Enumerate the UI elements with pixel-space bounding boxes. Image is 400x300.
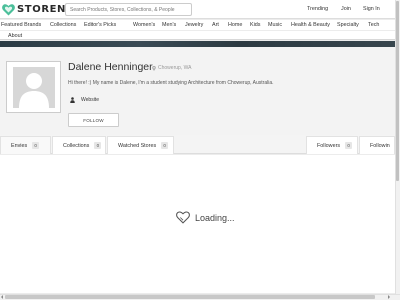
nav-health-beauty[interactable]: Health & Beauty [291, 22, 330, 28]
loading-indicator: Loading... [176, 211, 235, 224]
category-nav-row-2: About [0, 31, 400, 40]
location-pin-icon [152, 65, 156, 71]
tab-followers[interactable]: Followers 0 [306, 136, 358, 154]
category-nav: Featured Brands Collections Editor's Pic… [0, 20, 400, 30]
nav-collections[interactable]: Collections [50, 22, 76, 28]
nav-tech[interactable]: Tech [368, 22, 379, 28]
tab-watched-stores[interactable]: Watched Stores 0 [107, 136, 174, 154]
scroll-right-arrow-icon[interactable] [388, 295, 390, 299]
search-input[interactable]: Search Products, Stores, Collections, & … [65, 3, 192, 16]
heart-logo-icon [2, 3, 15, 16]
nav-specialty[interactable]: Specialty [337, 22, 359, 28]
tab-label: Watched Stores [118, 142, 157, 149]
profile-location: Chowerup, WA [152, 65, 191, 71]
website-label: Website [81, 97, 99, 103]
nav-mens[interactable]: Men's [162, 22, 176, 28]
default-avatar-icon [13, 67, 55, 108]
horizontal-scrollbar-thumb[interactable] [5, 295, 375, 299]
profile-name: Dalene Henninger [68, 61, 153, 73]
website-link[interactable]: Website [70, 97, 99, 103]
tab-envies[interactable]: Envies 0 [0, 136, 51, 154]
nav-featured-brands[interactable]: Featured Brands [1, 22, 41, 28]
loading-text: Loading... [195, 212, 235, 223]
tab-collections[interactable]: Collections 0 [52, 136, 106, 154]
tab-count: 0 [345, 142, 353, 149]
tab-following[interactable]: Followin [359, 136, 395, 154]
tab-count: 0 [94, 142, 102, 149]
avatar [6, 61, 61, 113]
profile-bio: Hi there! :) My name is Dalene, I'm a st… [68, 80, 274, 86]
location-text: Chowerup, WA [158, 65, 192, 71]
tab-count: 0 [161, 142, 169, 149]
user-icon [70, 97, 75, 103]
trending-link[interactable]: Trending [307, 6, 328, 12]
nav-music[interactable]: Music [268, 22, 282, 28]
nav-about[interactable]: About [8, 33, 22, 39]
nav-kids[interactable]: Kids [250, 22, 261, 28]
tab-label: Followers [317, 142, 341, 149]
follow-button[interactable]: FOLLOW [68, 113, 119, 127]
nav-womens[interactable]: Women's [133, 22, 155, 28]
tab-label: Followin [370, 142, 390, 149]
tab-label: Collections [63, 142, 90, 149]
heart-loading-icon [176, 211, 190, 224]
tab-content [0, 155, 395, 293]
sign-in-link[interactable]: Sign In [363, 6, 380, 12]
join-link[interactable]: Join [341, 6, 351, 12]
vertical-scrollbar-thumb[interactable] [396, 1, 399, 181]
nav-art[interactable]: Art [212, 22, 219, 28]
nav-home[interactable]: Home [228, 22, 242, 28]
tab-label: Envies [11, 142, 28, 149]
tab-count: 0 [32, 142, 40, 149]
nav-editors-picks[interactable]: Editor's Picks [84, 22, 116, 28]
scroll-left-arrow-icon[interactable] [1, 295, 3, 299]
nav-jewelry[interactable]: Jewelry [185, 22, 203, 28]
